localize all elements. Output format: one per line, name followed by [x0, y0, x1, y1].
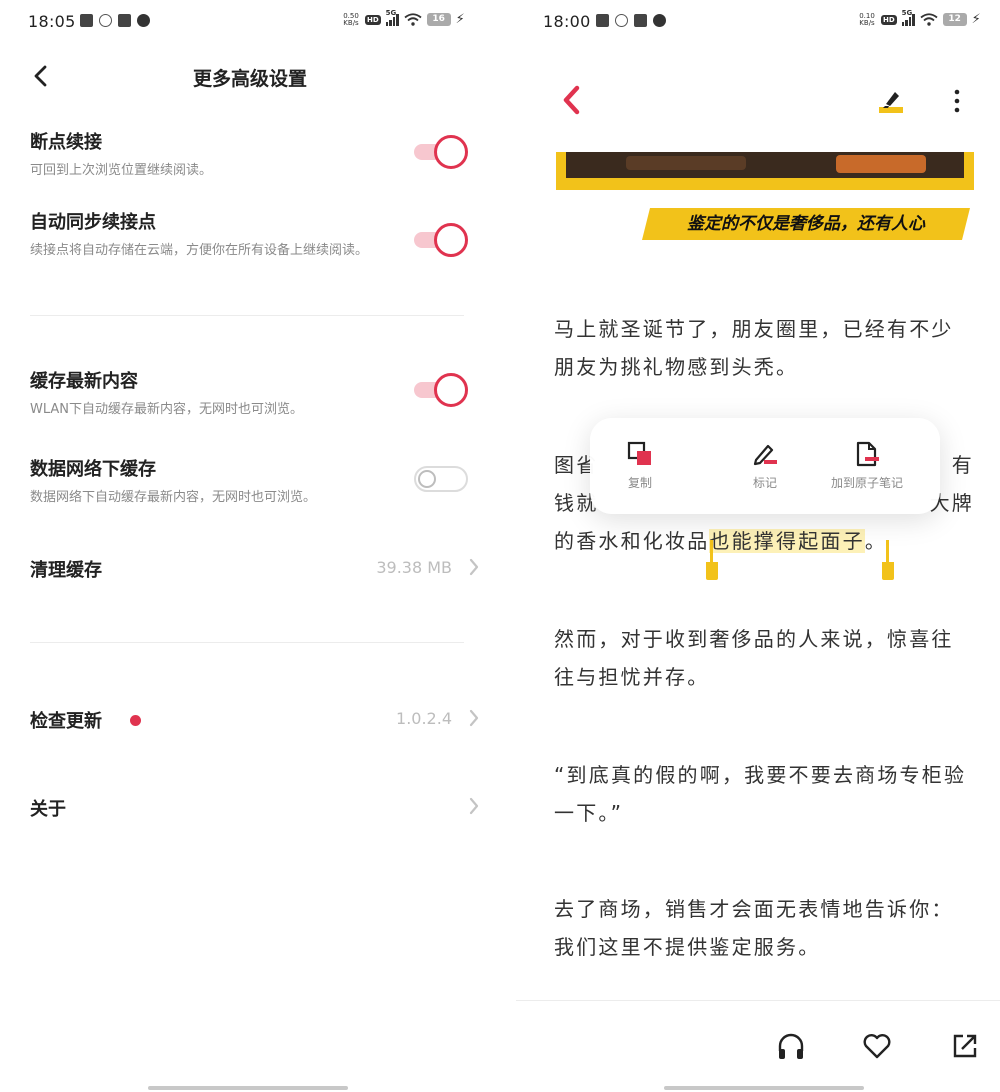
- settings-screen: 18:05 0.50 KB/s HD 5G 16 ⚡ 更多高级设置 断点续接 可回…: [0, 0, 500, 1092]
- mark-label: 标记: [752, 476, 777, 490]
- compass-icon: [653, 14, 666, 27]
- clear-cache-row[interactable]: 清理缓存 39.38 MB: [30, 552, 480, 582]
- highlighter-icon[interactable]: [878, 88, 904, 114]
- resume-reading-toggle[interactable]: [414, 135, 468, 169]
- setting-cache-latest: 缓存最新内容 WLAN下自动缓存最新内容，无网时也可浏览。: [30, 367, 480, 419]
- setting-desc: WLAN下自动缓存最新内容，无网时也可浏览。: [30, 402, 304, 417]
- bottom-toolbar: [516, 1000, 1000, 1092]
- note-add-icon: [856, 441, 879, 467]
- setting-title: 缓存最新内容: [30, 371, 138, 392]
- setting-title: 自动同步续接点: [30, 212, 156, 233]
- text-selection-menu: 复制 标记 加到原子笔记: [590, 418, 940, 514]
- setting-auto-sync: 自动同步续接点 续接点将自动存储在云端，方便你在所有设备上继续阅读。: [30, 208, 480, 260]
- mail-icon: [118, 14, 131, 27]
- mobile-data-cache-toggle[interactable]: [414, 462, 468, 496]
- hd-badge: HD: [365, 14, 381, 25]
- home-indicator[interactable]: [664, 1086, 864, 1090]
- copy-label: 复制: [627, 476, 652, 490]
- screen-divider: [500, 0, 516, 1092]
- contact-card-icon: [80, 14, 93, 27]
- signal-icon: 5G: [385, 9, 399, 26]
- setting-title: 数据网络下缓存: [30, 459, 156, 480]
- battery-icon: 16: [426, 13, 451, 26]
- chevron-right-icon: [469, 558, 479, 576]
- battery-icon: 12: [942, 13, 967, 26]
- copy-button[interactable]: 复制: [585, 440, 695, 491]
- setting-mobile-data-cache: 数据网络下缓存 数据网络下自动缓存最新内容，无网时也可浏览。: [30, 455, 480, 507]
- share-icon[interactable]: [950, 1031, 980, 1061]
- setting-title: 断点续接: [30, 132, 102, 153]
- article-paragraph: 去了商场，销售才会面无表情地告诉你：我们这里不提供鉴定服务。: [554, 897, 954, 959]
- setting-desc: 续接点将自动存储在云端，方便你在所有设备上继续阅读。: [30, 243, 369, 258]
- banner-text: 鉴定的不仅是奢侈品，还有人心: [687, 214, 925, 234]
- chevron-right-icon: [469, 709, 479, 727]
- wifi-icon: [404, 13, 422, 26]
- setting-resume-reading: 断点续接 可回到上次浏览位置继续阅读。: [30, 128, 480, 180]
- cache-size-value: 39.38 MB: [376, 558, 452, 577]
- check-update-row[interactable]: 检查更新 1.0.2.4: [30, 703, 480, 733]
- charging-icon: ⚡: [971, 12, 981, 27]
- divider: [30, 315, 464, 316]
- back-arrow-icon[interactable]: [560, 84, 582, 116]
- more-options-icon[interactable]: [952, 88, 962, 114]
- article-paragraph: 马上就圣诞节了，朋友圈里，已经有不少朋友为挑礼物感到头秃。: [554, 317, 954, 379]
- mark-button[interactable]: 标记: [710, 440, 820, 491]
- heart-icon[interactable]: [862, 1031, 892, 1061]
- mark-pen-icon: [753, 444, 777, 466]
- add-to-note-label: 加到原子笔记: [830, 476, 903, 490]
- article-screen: 18:00 0.10 KB/s HD 5G 12 ⚡ 鉴定的不仅是奢侈品，还有人心: [516, 0, 1000, 1092]
- version-value: 1.0.2.4: [396, 709, 452, 728]
- selection-handle-end[interactable]: [882, 540, 894, 580]
- article-paragraph: 然而，对于收到奢侈品的人来说，惊喜往往与担忧并存。: [554, 627, 954, 689]
- clock-icon: [99, 14, 112, 27]
- about-row[interactable]: 关于: [30, 791, 480, 821]
- about-label: 关于: [30, 799, 66, 820]
- clear-cache-label: 清理缓存: [30, 560, 102, 581]
- contact-card-icon: [596, 14, 609, 27]
- article-image: [556, 152, 974, 190]
- net-speed: 0.50 KB/s: [343, 11, 359, 27]
- net-speed: 0.10 KB/s: [859, 11, 875, 27]
- status-time: 18:05: [28, 12, 76, 31]
- setting-desc: 可回到上次浏览位置继续阅读。: [30, 163, 213, 178]
- selected-text[interactable]: 也能撑得起面子: [709, 529, 865, 553]
- copy-icon: [627, 441, 651, 465]
- chevron-right-icon: [469, 797, 479, 815]
- wifi-icon: [920, 13, 938, 26]
- compass-icon: [137, 14, 150, 27]
- cache-latest-toggle[interactable]: [414, 373, 468, 407]
- home-indicator[interactable]: [148, 1086, 348, 1090]
- setting-desc: 数据网络下自动缓存最新内容，无网时也可浏览。: [30, 490, 317, 505]
- status-time: 18:00: [543, 12, 591, 31]
- add-to-note-button[interactable]: 加到原子笔记: [812, 440, 922, 491]
- divider: [30, 642, 464, 643]
- charging-icon: ⚡: [455, 12, 465, 27]
- mail-icon: [634, 14, 647, 27]
- check-update-label: 检查更新: [30, 711, 102, 732]
- update-badge-dot: [130, 715, 141, 726]
- clock-icon: [615, 14, 628, 27]
- auto-sync-toggle[interactable]: [414, 223, 468, 257]
- status-bar: 18:05 0.50 KB/s HD 5G 16 ⚡: [0, 0, 500, 44]
- status-bar: 18:00 0.10 KB/s HD 5G 12 ⚡: [516, 0, 1000, 44]
- page-title: 更多高级设置: [192, 68, 307, 90]
- selection-handle-start[interactable]: [706, 540, 718, 580]
- headphones-icon[interactable]: [776, 1031, 806, 1061]
- article-paragraph: “到底真的假的啊，我要不要去商场专柜验一下。”: [554, 763, 967, 825]
- signal-icon: 5G: [901, 9, 915, 26]
- hd-badge: HD: [881, 14, 897, 25]
